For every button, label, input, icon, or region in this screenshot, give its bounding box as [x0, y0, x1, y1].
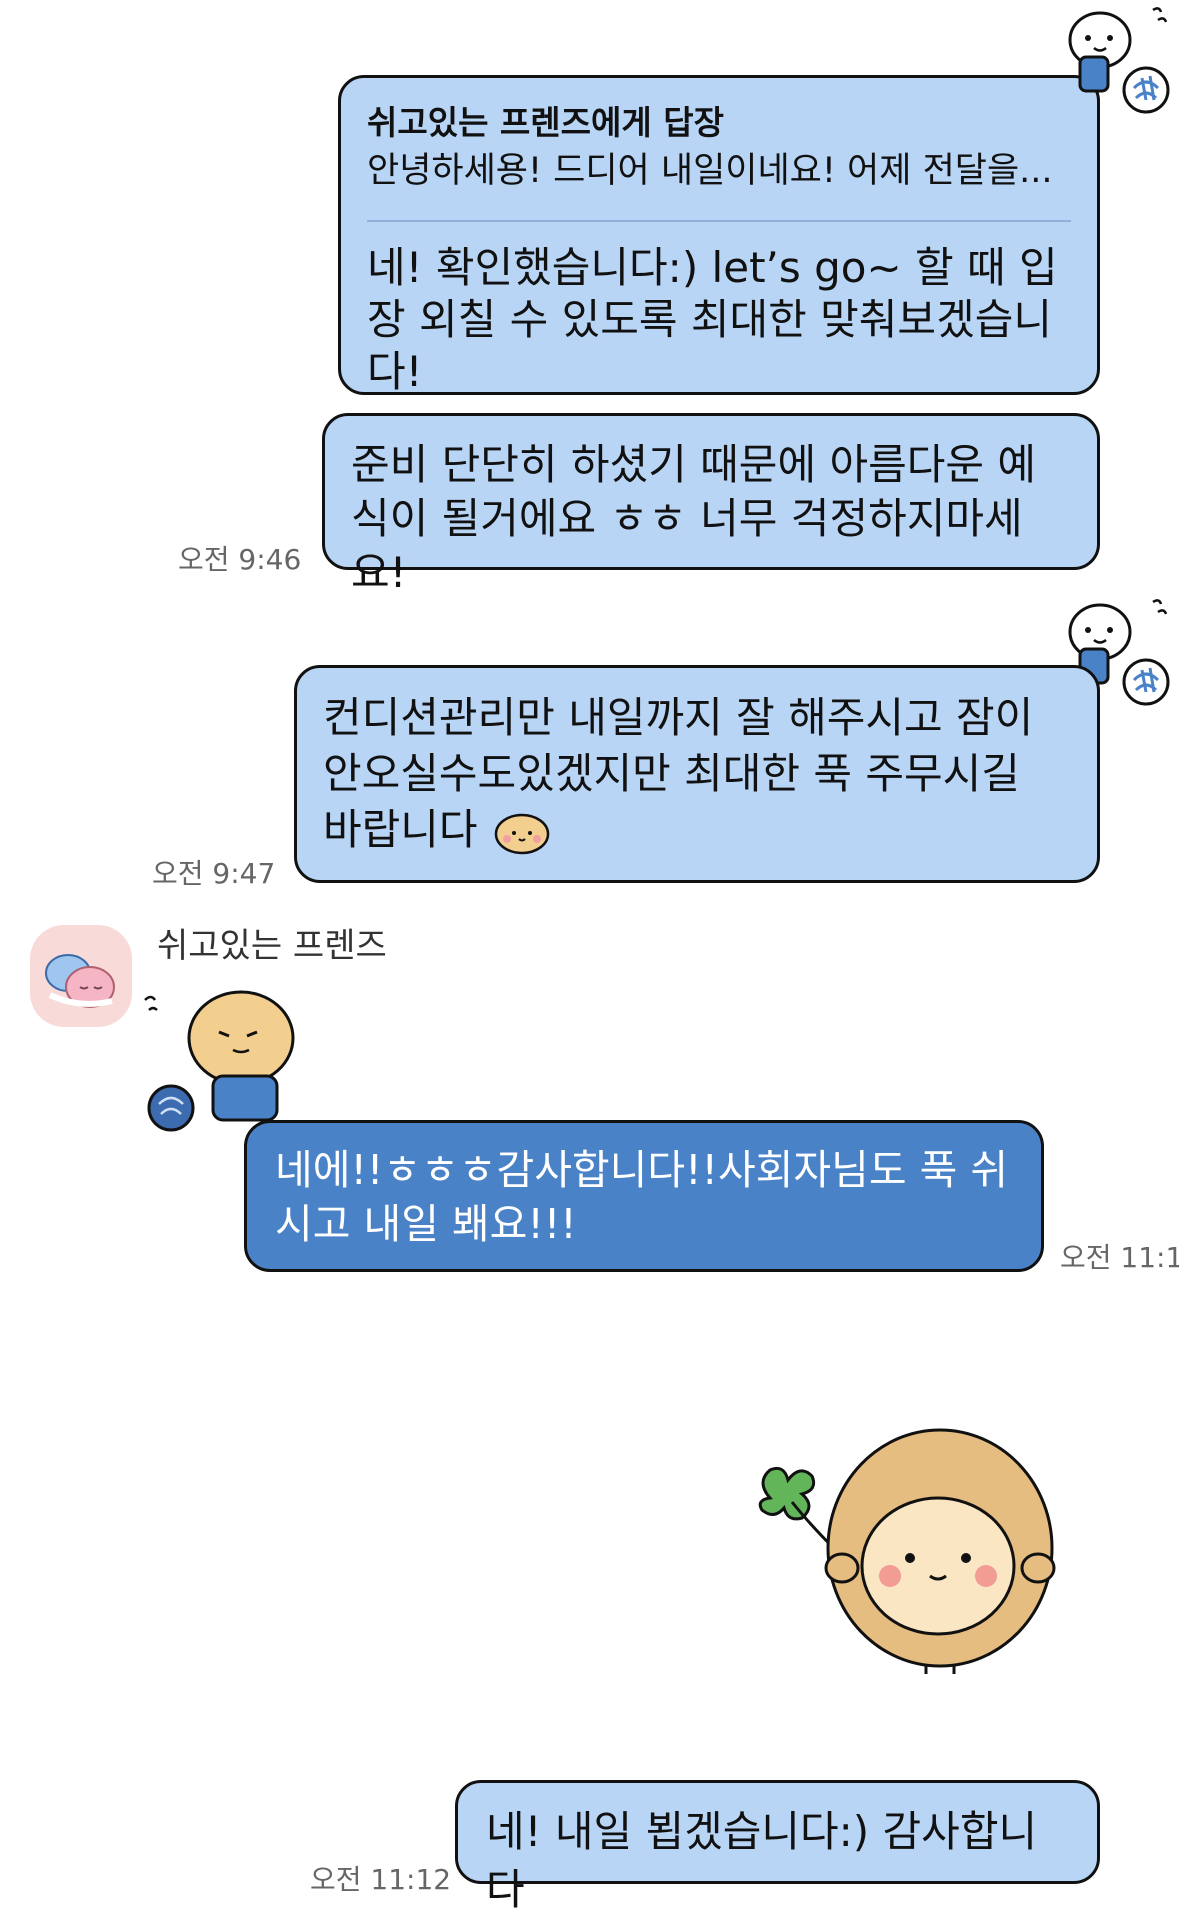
message-bubble[interactable]: 컨디션관리만 내일까지 잘 해주시고 잠이 안오실수도있겠지만 최대한 푹 주무…	[294, 665, 1100, 883]
message-text: 네! 확인했습니다:) let’s go~ 할 때 입장 외칠 수 있도록 최대…	[367, 243, 1058, 396]
message-time: 오전 11:12	[310, 1863, 452, 1896]
message-bubble[interactable]: 네! 내일 뵙겠습니다:) 감사합니다	[455, 1780, 1100, 1914]
potato-clover-sticker	[758, 1428, 1056, 1674]
sender-name: 쉬고있는 프렌즈	[157, 926, 387, 966]
bear-knitting-sticker	[1068, 7, 1170, 114]
message-text: 컨디션관리만 내일까지 잘 해주시고 잠이 안오실수도있겠지만 최대한 푹 주무…	[323, 693, 1034, 854]
reply-target-name: 쉬고있는 프렌즈에게 답장	[367, 103, 724, 142]
message-bubble-reply[interactable]: 쉬고있는 프렌즈에게 답장 안녕하세용! 드디어 내일이네요! 어제 전달을..…	[338, 75, 1100, 396]
message-time: 오전 11:1	[1060, 1241, 1179, 1274]
reply-preview-text[interactable]: 안녕하세용! 드디어 내일이네요! 어제 전달을...	[367, 146, 1071, 196]
message-time: 오전 9:46	[178, 543, 302, 576]
message-text: 네에!!ㅎㅎㅎ감사합니다!!사회자님도 푹 쉬시고 내일 봬요!!!	[275, 1146, 1009, 1248]
avatar[interactable]	[30, 925, 132, 1027]
bear-knitting-sticker	[144, 990, 295, 1132]
reply-divider	[367, 220, 1071, 222]
friends-avatar-icon	[45, 954, 115, 1008]
message-bubble-received[interactable]: 네에!!ㅎㅎㅎ감사합니다!!사회자님도 푹 쉬시고 내일 봬요!!!	[244, 1120, 1044, 1272]
message-text: 네! 내일 뵙겠습니다:) 감사합니다	[486, 1807, 1038, 1914]
message-text: 준비 단단히 하셨기 때문에 아름다운 예식이 될거에요 ㅎㅎ 너무 걱정하지마…	[351, 440, 1036, 597]
message-time: 오전 9:47	[152, 857, 276, 890]
smile-face-icon	[494, 813, 550, 854]
message-bubble[interactable]: 준비 단단히 하셨기 때문에 아름다운 예식이 될거에요 ㅎㅎ 너무 걱정하지마…	[322, 413, 1100, 597]
